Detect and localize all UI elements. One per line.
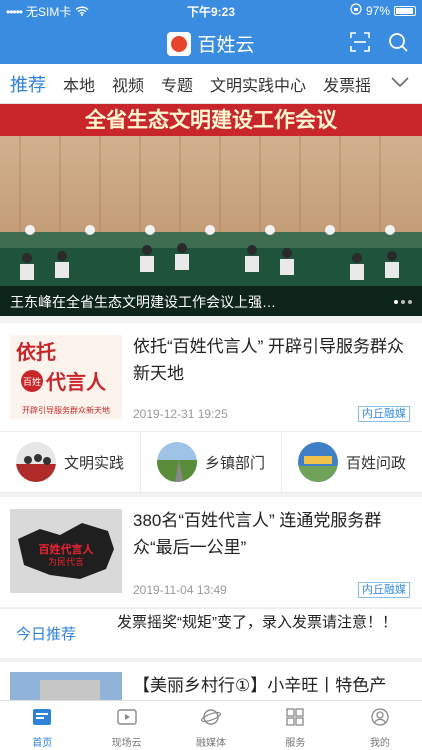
- article-thumbnail: [10, 672, 122, 700]
- article-date: 2019-11-04 13:49: [133, 583, 227, 597]
- svg-text:依托: 依托: [16, 340, 56, 364]
- svg-text:为民代言: 为民代言: [48, 556, 84, 567]
- article-card[interactable]: 依托 百姓 代言人 开辟引导服务群众新天地 依托“百姓代言人” 开辟引导服务群众…: [0, 323, 422, 431]
- article-title: 380名“百姓代言人” 连通党服务群众“最后一公里”: [133, 511, 382, 557]
- tab-label: 首页: [32, 738, 53, 749]
- status-bar: ••••• 无SIM卡 下午9:23 97%: [0, 0, 422, 20]
- banner-carousel[interactable]: 全省生态文明建设工作会议 王东峰在全省生态文明建设工作会议上强…: [0, 104, 422, 316]
- shortcut-label: 乡镇部门: [204, 454, 265, 472]
- article-date: 2019-12-31 19:25: [133, 407, 228, 421]
- inquiry-icon: [297, 442, 338, 482]
- article-title: 【美丽乡村行①】小辛旺丨特色产: [133, 676, 387, 695]
- article-source-tag: 内丘融媒: [358, 406, 410, 422]
- expand-tabs-button[interactable]: [378, 64, 422, 103]
- battery-icon: [394, 5, 416, 16]
- article-thumbnail: 百姓代言人 为民代言: [10, 509, 122, 593]
- tab-media[interactable]: 融媒体: [169, 701, 253, 750]
- tab-label: 融媒体: [196, 738, 227, 749]
- tab-civilization-center[interactable]: 文明实践中心: [210, 72, 306, 96]
- tab-label: 服务: [285, 738, 306, 749]
- news-icon: [32, 708, 52, 731]
- banner-headline: 全省生态文明建设工作会议: [84, 108, 338, 132]
- article-title: 依托“百姓代言人” 开辟引导服务群众新天地: [133, 337, 405, 383]
- banner-image: 全省生态文明建设工作会议: [0, 104, 422, 316]
- svg-text:百姓: 百姓: [23, 376, 41, 387]
- carousel-dot: [408, 300, 412, 304]
- tab-label: 我的: [369, 738, 390, 749]
- article-thumbnail: 依托 百姓 代言人 开辟引导服务群众新天地: [10, 335, 122, 419]
- tab-label: 现场云: [111, 738, 142, 749]
- tab-invoice[interactable]: 发票摇: [323, 72, 371, 96]
- shortcut-townships[interactable]: 乡镇部门: [141, 432, 282, 492]
- scan-icon[interactable]: [350, 32, 370, 57]
- tab-video[interactable]: 视频: [112, 72, 144, 96]
- article-card[interactable]: 【美丽乡村行①】小辛旺丨特色产: [0, 662, 422, 700]
- shortcut-civilization[interactable]: 文明实践: [0, 432, 141, 492]
- battery-percent: 97%: [365, 3, 390, 18]
- carousel-dot: [394, 300, 398, 304]
- today-recommend-text: 发票摇奖“规矩”变了，录入发票请注意！！: [117, 614, 397, 631]
- banner-caption: 王东峰在全省生态文明建设工作会议上强…: [0, 286, 422, 316]
- shortcut-public-inquiry[interactable]: 百姓问政: [282, 432, 422, 492]
- tab-topics[interactable]: 专题: [161, 72, 193, 96]
- civilization-icon: [15, 442, 56, 482]
- tab-live[interactable]: 现场云: [84, 701, 168, 750]
- planet-icon: [200, 708, 222, 731]
- tab-home[interactable]: 首页: [0, 701, 84, 750]
- svg-text:开辟引导服务群众新天地: 开辟引导服务群众新天地: [22, 405, 110, 415]
- article-card[interactable]: 百姓代言人 为民代言 380名“百姓代言人” 连通党服务群众“最后一公里” 20…: [0, 497, 422, 607]
- carousel-dot: [401, 300, 405, 304]
- bottom-tab-bar: 首页 现场云 融媒体 服务 我的: [0, 700, 422, 750]
- shortcut-row: 文明实践 乡镇部门 百姓问政: [0, 431, 422, 493]
- shortcut-label: 百姓问政: [345, 454, 406, 472]
- category-tabs: 推荐 本地 视频 专题 文明实践中心 发票摇: [0, 64, 422, 104]
- grid-icon: [285, 708, 305, 731]
- today-recommend[interactable]: 今日推荐 发票摇奖“规矩”变了，录入发票请注意！！: [0, 608, 422, 658]
- app-logo-icon: [167, 31, 192, 56]
- today-recommend-label: 今日推荐: [16, 626, 77, 643]
- app-header: 百姓云: [0, 20, 422, 64]
- tab-recommend[interactable]: 推荐: [10, 71, 46, 97]
- svg-text:百姓代言人: 百姓代言人: [39, 542, 95, 556]
- article-source-tag: 内丘融媒: [358, 582, 410, 598]
- svg-text:代言人: 代言人: [45, 370, 107, 394]
- app-name: 百姓云: [197, 35, 255, 56]
- shortcut-label: 文明实践: [63, 454, 124, 472]
- video-icon: [116, 708, 137, 731]
- tab-service[interactable]: 服务: [253, 701, 337, 750]
- chevron-down-icon: [391, 75, 409, 93]
- lock-rotation-icon: [350, 3, 362, 18]
- search-icon[interactable]: [388, 32, 408, 57]
- tab-profile[interactable]: 我的: [338, 701, 422, 750]
- tab-local[interactable]: 本地: [63, 72, 95, 96]
- carousel-dots: [394, 300, 412, 304]
- township-icon: [156, 442, 197, 482]
- user-icon: [370, 708, 390, 731]
